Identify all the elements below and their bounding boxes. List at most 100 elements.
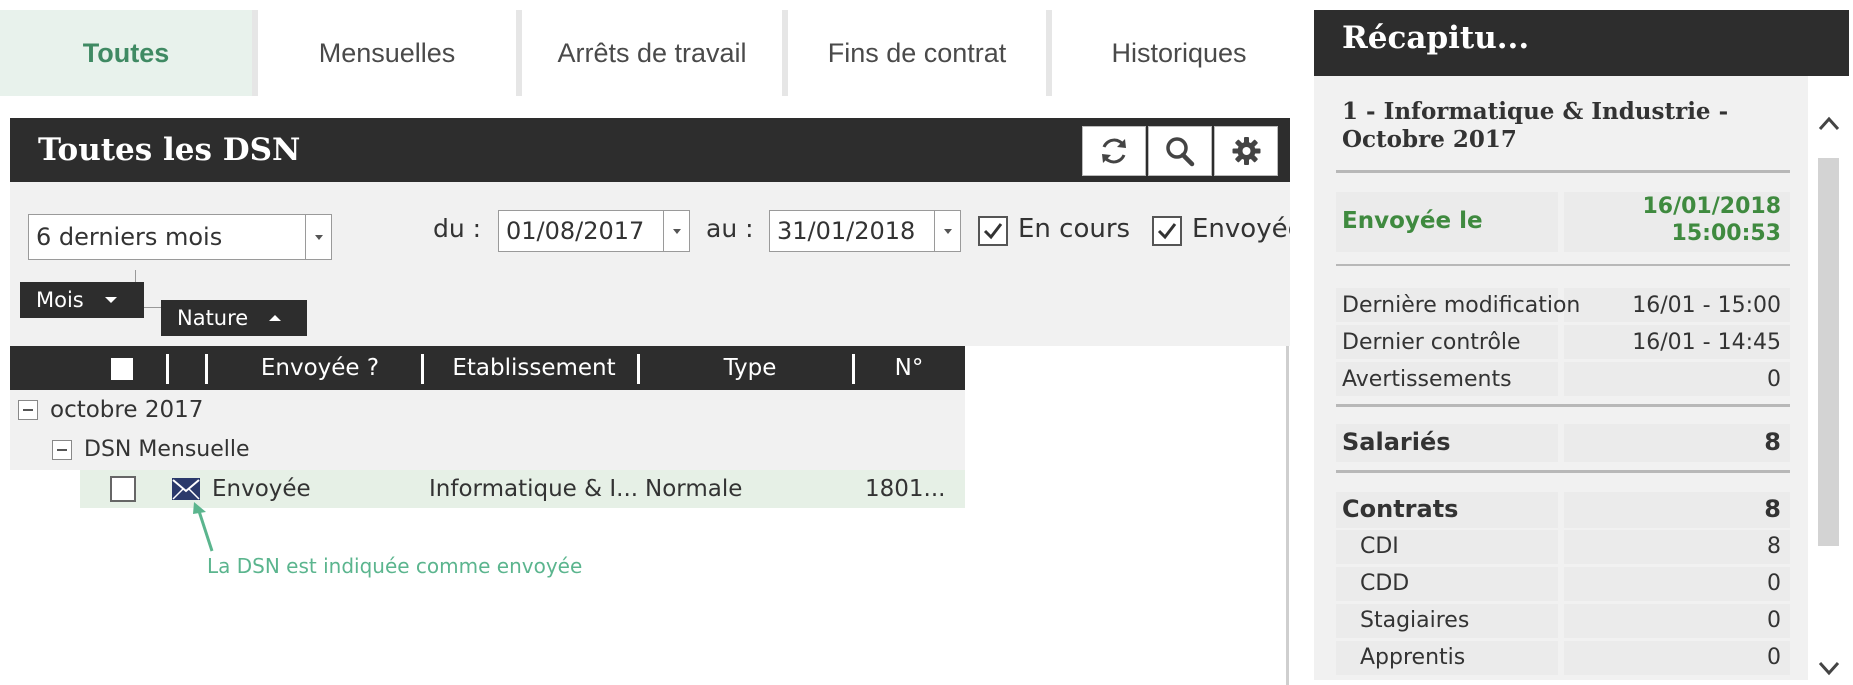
from-label: du :	[433, 214, 482, 243]
contract-type-label: CDD	[1360, 571, 1410, 596]
contract-type-value: 8	[1767, 534, 1781, 559]
chevron-down-icon[interactable]	[934, 211, 960, 251]
column-header-envoyee[interactable]: Envoyée ?	[208, 346, 432, 390]
salaries-value: 8	[1764, 428, 1781, 456]
tab-arrets-de-travail[interactable]: Arrêts de travail	[522, 10, 782, 96]
checkmark-icon	[1157, 223, 1177, 240]
group-row-month[interactable]: octobre 2017	[10, 390, 965, 430]
row-checkbox[interactable]	[110, 476, 136, 502]
cell-etablissement: Informatique & I...	[429, 476, 639, 502]
contract-type-value: 0	[1767, 645, 1781, 670]
contract-type-label: Apprentis	[1360, 645, 1466, 670]
sort-desc-icon	[104, 297, 117, 303]
envoyee-checkbox[interactable]	[1152, 216, 1182, 246]
cell-type: Normale	[645, 476, 743, 502]
gear-icon	[1232, 137, 1261, 165]
from-date-value: 01/08/2017	[506, 217, 645, 245]
group-chip-nature[interactable]: Nature	[161, 300, 307, 336]
filter-area: 6 derniers mois du : 01/08/2017 au : 31/…	[10, 182, 1290, 346]
group-label: octobre 2017	[50, 397, 204, 423]
cell-envoyee: Envoyée	[212, 476, 311, 502]
contract-type-label: CDI	[1360, 534, 1399, 559]
scroll-thumb[interactable]	[1818, 158, 1839, 546]
divider	[1336, 404, 1790, 407]
from-date-field[interactable]: 01/08/2017	[498, 210, 690, 252]
refresh-button[interactable]	[1082, 126, 1146, 176]
divider	[1336, 170, 1790, 173]
detail-label: Dernier contrôle	[1342, 330, 1521, 355]
recap-period: 1 - Informatique & Industrie - Octobre 2…	[1342, 98, 1729, 153]
to-date-field[interactable]: 31/01/2018	[769, 210, 961, 252]
sort-asc-icon	[269, 315, 282, 321]
cell-bg	[1564, 530, 1790, 564]
group-chip-label: Nature	[177, 306, 249, 330]
recap-header: Récapitu...	[1314, 10, 1849, 76]
search-icon	[1166, 137, 1195, 167]
tab-historiques[interactable]: Historiques	[1052, 10, 1306, 96]
annotation-text: La DSN est indiquée comme envoyée	[207, 554, 583, 578]
column-separator	[166, 354, 169, 384]
divider	[1336, 264, 1790, 266]
dsn-tabs: Toutes Mensuelles Arrêts de travail Fins…	[0, 0, 1306, 100]
contract-type-value: 0	[1767, 571, 1781, 596]
annotation-arrow-icon	[193, 502, 214, 552]
column-header-type[interactable]: Type	[640, 346, 860, 390]
envelope-icon	[172, 476, 200, 502]
select-all-checkbox[interactable]	[111, 358, 133, 380]
cell-bg	[1564, 362, 1790, 396]
sent-time: 15:00:53	[1671, 221, 1781, 246]
detail-label: Avertissements	[1342, 367, 1512, 392]
detail-value: 16/01 - 14:45	[1632, 330, 1781, 355]
cell-bg	[1564, 424, 1790, 462]
to-label: au :	[706, 214, 754, 243]
refresh-icon	[1102, 138, 1126, 164]
en-cours-checkbox[interactable]	[978, 216, 1008, 246]
recap-scrollbar[interactable]	[1808, 76, 1849, 680]
panel-divider	[1286, 346, 1289, 685]
contrats-value: 8	[1764, 495, 1781, 523]
subgroup-label: DSN Mensuelle	[84, 437, 250, 462]
collapse-icon[interactable]	[18, 400, 38, 420]
cell-bg	[1564, 641, 1790, 675]
tab-fins-de-contrat[interactable]: Fins de contrat	[788, 10, 1046, 96]
collapse-icon[interactable]	[52, 440, 72, 460]
period-select-value: 6 derniers mois	[36, 223, 223, 251]
settings-button[interactable]	[1214, 126, 1278, 176]
envoyee-label: Envoyée	[1192, 214, 1290, 244]
detail-value: 16/01 - 15:00	[1632, 293, 1781, 318]
tab-toutes[interactable]: Toutes	[0, 10, 252, 96]
salaries-label: Salariés	[1342, 428, 1451, 456]
group-row-nature[interactable]: DSN Mensuelle	[10, 430, 965, 470]
chevron-down-icon[interactable]	[305, 215, 331, 259]
detail-label: Dernière modification	[1342, 293, 1581, 318]
column-header-etablissement[interactable]: Etablissement	[424, 346, 644, 390]
grid-header: Envoyée ? Etablissement Type N°	[10, 346, 965, 390]
period-select[interactable]: 6 derniers mois	[28, 214, 332, 260]
sent-label: Envoyée le	[1342, 208, 1483, 234]
chevron-down-icon[interactable]	[663, 211, 689, 251]
cell-bg	[1564, 567, 1790, 601]
column-header-numero[interactable]: N°	[855, 346, 963, 390]
recap-title: Récapitu...	[1342, 20, 1530, 56]
contrats-label: Contrats	[1342, 495, 1459, 523]
contract-type-value: 0	[1767, 608, 1781, 633]
tab-mensuelles[interactable]: Mensuelles	[258, 10, 516, 96]
panel-title: Toutes les DSN	[38, 132, 301, 168]
cell-numero: 1801...	[865, 476, 946, 502]
dsn-list-header: Toutes les DSN	[10, 118, 1290, 182]
chevron-down-icon[interactable]	[1818, 660, 1840, 676]
group-chip-mois[interactable]: Mois	[20, 282, 144, 318]
checkmark-icon	[983, 223, 1003, 240]
recap-panel: Récapitu... 1 - Informatique & Industrie…	[1314, 10, 1849, 680]
contract-type-label: Stagiaires	[1360, 608, 1470, 633]
divider	[1336, 470, 1790, 473]
en-cours-label: En cours	[1018, 214, 1131, 244]
group-chip-label: Mois	[36, 288, 84, 312]
chevron-up-icon[interactable]	[1818, 116, 1840, 132]
sent-date: 16/01/2018	[1642, 194, 1781, 219]
search-button[interactable]	[1148, 126, 1212, 176]
to-date-value: 31/01/2018	[777, 217, 916, 245]
cell-bg	[1564, 492, 1790, 528]
cell-bg	[1564, 604, 1790, 638]
detail-value: 0	[1767, 367, 1781, 392]
